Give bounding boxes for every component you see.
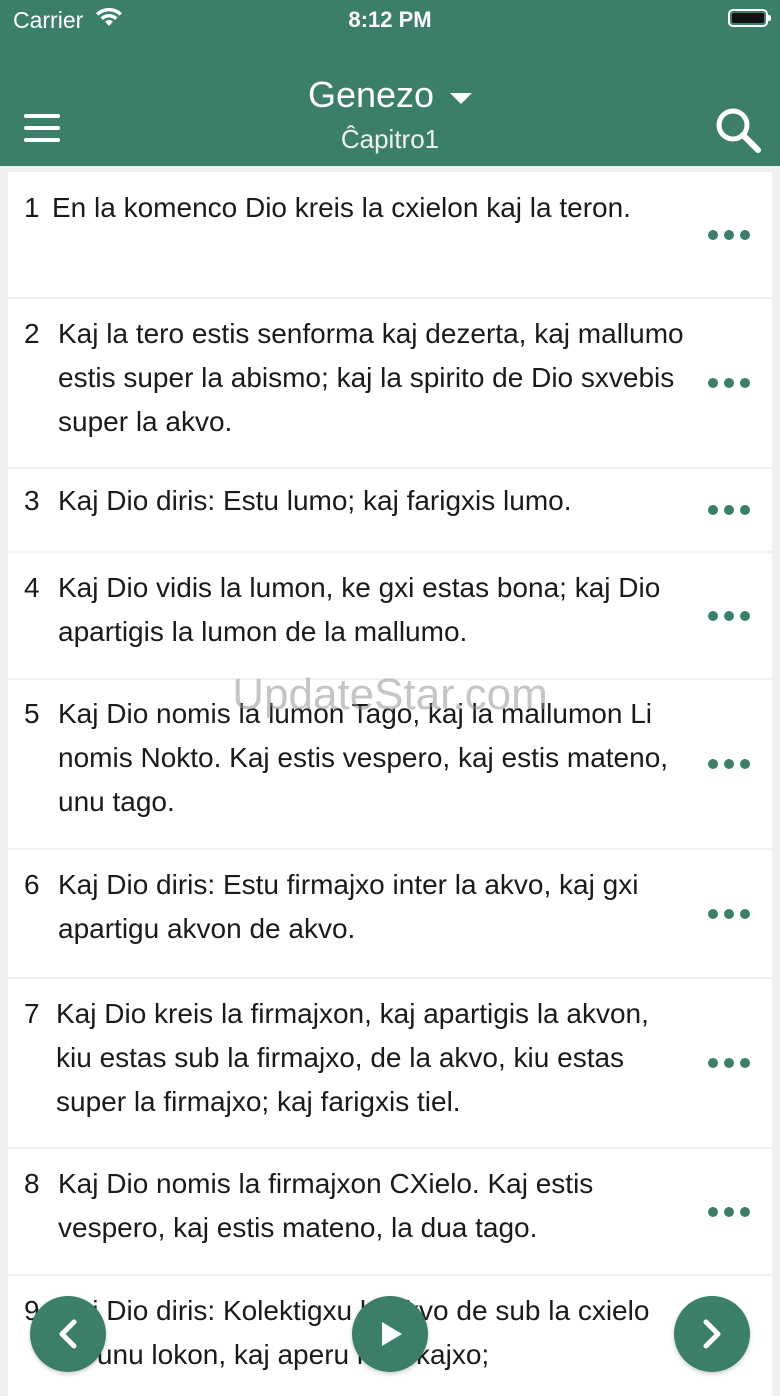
verse-options-button[interactable] (708, 1053, 750, 1073)
previous-chapter-button[interactable] (30, 1296, 106, 1372)
verse-row[interactable]: 4 Kaj Dio vidis la lumon, ke gxi estas bo… (8, 553, 772, 678)
verse-options-button[interactable] (708, 500, 750, 520)
verse-row[interactable]: 7 Kaj Dio kreis la firmajxon, kaj apartig… (8, 979, 772, 1147)
chevron-left-icon (59, 1319, 77, 1349)
status-bar: Carrier 8:12 PM (0, 0, 780, 40)
verse-number: 4 (24, 572, 40, 603)
verse-number: 3 (24, 485, 40, 516)
app-header: Carrier 8:12 PM Genezo Ĉapitro1 (0, 0, 780, 166)
play-audio-button[interactable] (352, 1296, 428, 1372)
chapter-label[interactable]: Ĉapitro1 (0, 124, 780, 155)
verse-row[interactable]: 8 Kaj Dio nomis la firmajxon CXielo. Kaj … (8, 1149, 772, 1274)
verse-number: 6 (24, 869, 40, 900)
verse-text: Kaj Dio diris: Estu firmajxo inter la ak… (58, 869, 639, 944)
verse-row[interactable]: 6 Kaj Dio diris: Estu firmajxo inter la a… (8, 850, 772, 977)
verse-number: 5 (24, 698, 40, 729)
search-icon (716, 108, 761, 153)
verse-text: Kaj Dio diris: Estu lumo; kaj farigxis l… (58, 485, 572, 516)
verse-number: 1 (24, 192, 40, 223)
verse-text: Kaj Dio kreis la firmajxon, kaj apartigi… (56, 998, 649, 1117)
caret-down-icon (450, 93, 473, 104)
verse-row[interactable]: 3 Kaj Dio diris: Estu lumo; kaj farigxis … (8, 469, 772, 551)
battery-icon (728, 9, 771, 27)
verse-row[interactable]: 2 Kaj la tero estis senforma kaj dezerta,… (8, 299, 772, 467)
search-button[interactable] (714, 106, 762, 154)
verse-row[interactable]: 5 Kaj Dio nomis la lumon Tago, kaj la mal… (8, 680, 772, 848)
verse-options-button[interactable] (708, 1202, 750, 1222)
verse-text: Kaj Dio vidis la lumon, ke gxi estas bon… (58, 572, 661, 647)
verse-options-button[interactable] (708, 754, 750, 774)
verse-text: En la komenco Dio kreis la cxielon kaj l… (52, 192, 631, 223)
chevron-right-icon (703, 1319, 721, 1349)
verse-number: 2 (24, 318, 40, 349)
verse-options-button[interactable] (708, 373, 750, 393)
verse-options-button[interactable] (708, 904, 750, 924)
verse-options-button[interactable] (708, 225, 750, 245)
verse-text: Kaj la tero estis senforma kaj dezerta, … (58, 318, 684, 437)
book-selector[interactable]: Genezo (0, 74, 780, 116)
verse-row[interactable]: 1 En la komenco Dio kreis la cxielon kaj … (8, 172, 772, 297)
verse-text: Kaj Dio nomis la lumon Tago, kaj la mall… (58, 698, 669, 817)
verse-number: 8 (24, 1168, 40, 1199)
play-icon (382, 1322, 402, 1346)
verse-number: 7 (24, 998, 40, 1029)
verse-options-button[interactable] (708, 606, 750, 626)
book-title: Genezo (307, 74, 435, 115)
verse-text: Kaj Dio nomis la firmajxon CXielo. Kaj e… (58, 1168, 594, 1243)
clock: 8:12 PM (348, 7, 432, 32)
next-chapter-button[interactable] (674, 1296, 750, 1372)
